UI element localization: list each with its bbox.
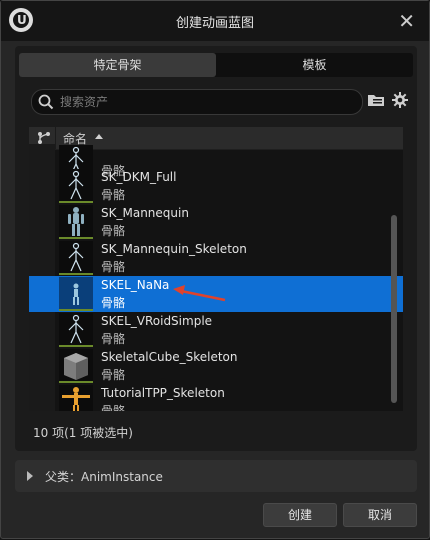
window-title: 创建动画蓝图 [175, 16, 254, 31]
row-lead-cell [29, 312, 55, 348]
tab-template[interactable]: 模板 [216, 53, 413, 77]
asset-type: 骨骼 [101, 260, 126, 274]
asset-row[interactable]: SKEL_VRoidSimple 骨骼 [29, 312, 403, 348]
row-lead-cell [29, 204, 55, 240]
asset-name: SKEL_NaNa [101, 278, 170, 292]
list-scrollbar[interactable] [391, 215, 397, 403]
asset-type: 骨骼 [101, 224, 126, 238]
asset-type: 骨骼 [101, 296, 126, 310]
asset-row[interactable]: SK_DKM_Full 骨骼 [29, 168, 403, 204]
asset-row[interactable]: SK_Mannequin_Skeleton 骨骼 [29, 240, 403, 276]
cancel-button[interactable]: 取消 [343, 503, 417, 527]
asset-name: TutorialTPP_Skeleton [101, 386, 225, 400]
gear-icon[interactable] [392, 92, 408, 108]
asset-row[interactable]: SKEL_NaNa 骨骼 [29, 276, 403, 312]
asset-type: 骨骼 [101, 188, 126, 202]
tab-specific-skeleton[interactable]: 特定骨架 [19, 53, 216, 77]
title-bar: U 创建动画蓝图 ✕ [1, 1, 429, 41]
skeleton-thumbnail-icon [59, 241, 93, 275]
create-anim-blueprint-dialog: U 创建动画蓝图 ✕ 特定骨架 模板 搜索资产 10 项(1 项被选中) 命名 … [0, 0, 430, 539]
asset-row[interactable]: SK_Mannequin 骨骼 [29, 204, 403, 240]
tab-bar: 特定骨架 模板 [19, 53, 413, 77]
parent-class-section[interactable]: 父类：AnimInstance [15, 460, 417, 492]
item-count-status: 10 项(1 项被选中) [33, 426, 133, 440]
asset-name: SK_Mannequin_Skeleton [101, 242, 247, 256]
asset-name: SK_Mannequin [101, 206, 189, 220]
asset-row[interactable]: SkeletalCube_Skeleton 骨骼 [29, 348, 403, 384]
tpose-thumbnail-icon [59, 385, 93, 411]
row-lead-cell [29, 348, 55, 384]
row-lead-cell [29, 384, 55, 411]
expand-arrow-icon [27, 471, 33, 481]
mannequin-thumbnail-icon [59, 205, 93, 239]
parent-class-label: 父类：AnimInstance [45, 470, 163, 484]
asset-type: 骨骼 [101, 368, 126, 382]
figure-thumbnail-icon [59, 277, 93, 311]
branch-filter-icon[interactable] [37, 131, 51, 145]
asset-name: SK_DKM_Full [101, 170, 177, 184]
skeleton-thumbnail-icon [59, 313, 93, 347]
row-lead-cell [29, 168, 55, 204]
folder-filter-icon[interactable] [367, 93, 385, 107]
asset-name: SkeletalCube_Skeleton [101, 350, 238, 364]
close-icon[interactable]: ✕ [398, 9, 415, 33]
create-button[interactable]: 创建 [263, 503, 337, 527]
asset-name: SKEL_VRoidSimple [101, 314, 213, 328]
row-lead-cell [29, 276, 55, 312]
search-input[interactable] [58, 92, 352, 112]
search-icon [38, 94, 54, 110]
cube-thumbnail-icon [59, 349, 93, 383]
asset-type: 骨骼 [101, 332, 126, 346]
row-lead-cell [29, 240, 55, 276]
asset-list: 命名 骨骼 SK_DKM_Full 骨骼 SK_Mannequin 骨骼 SK_Manne… [29, 127, 403, 411]
skeleton-thumbnail-icon [59, 169, 93, 203]
asset-row[interactable]: TutorialTPP_Skeleton 骨骼 [29, 384, 403, 411]
sort-ascending-icon [95, 134, 103, 139]
asset-type: 骨骼 [101, 404, 126, 411]
search-box [31, 89, 363, 115]
